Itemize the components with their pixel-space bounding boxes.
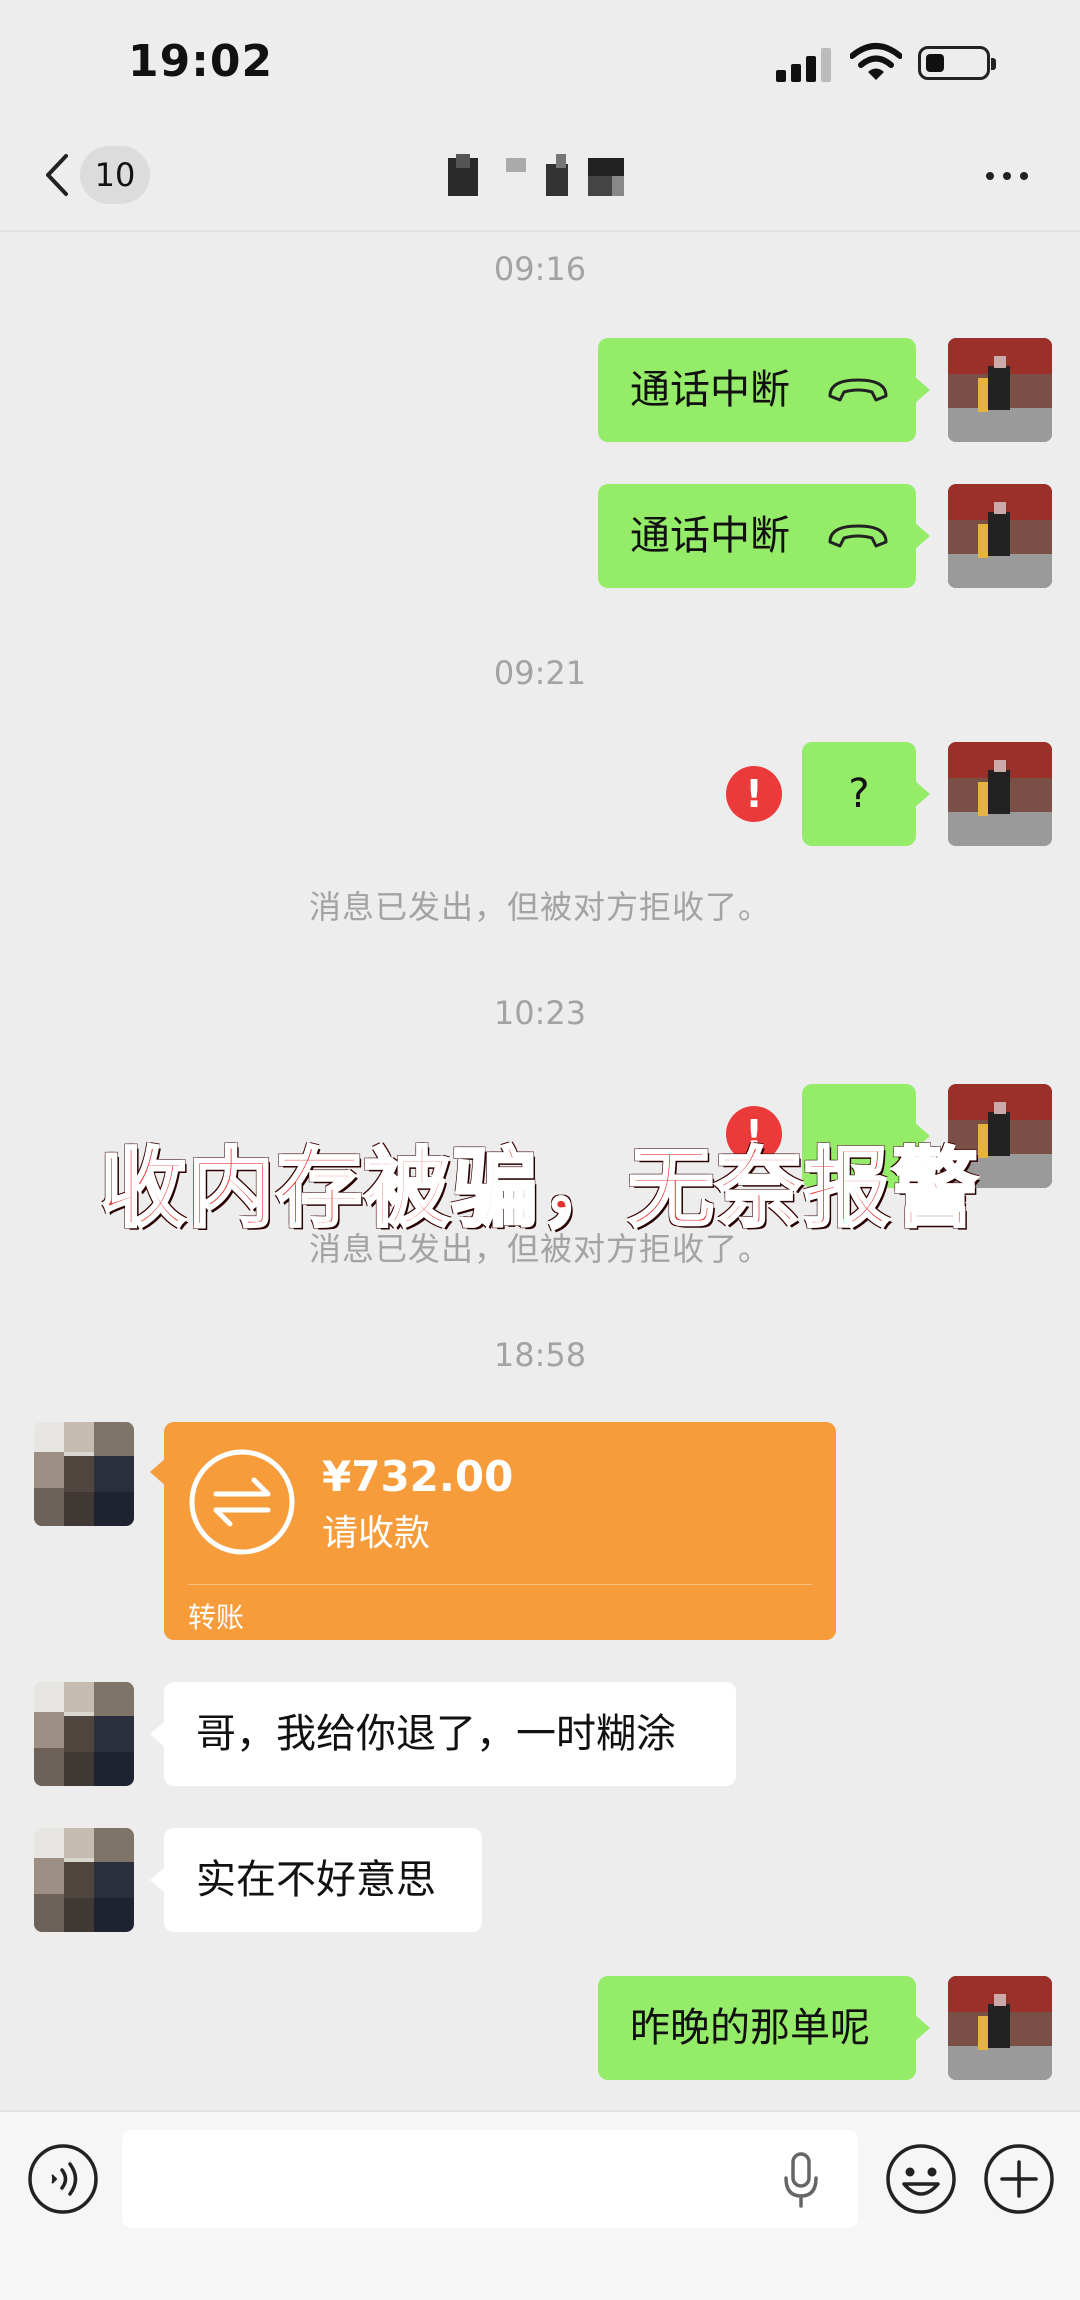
send-failed-icon[interactable]: ! [726,766,782,822]
transfer-amount: ¥732.00 [322,1452,514,1501]
chat-title-pixelated [448,154,624,196]
my-avatar[interactable] [948,484,1052,588]
call-text: 通话中断 [630,367,790,413]
phone-hangup-icon [828,524,888,548]
rejected-notice: 消息已发出，但被对方拒收了。 [308,888,771,926]
timestamp: 10:23 [493,994,587,1032]
phone-hangup-icon [828,378,888,402]
contact-avatar-pixelated[interactable] [34,1682,134,1786]
signal-icon [776,48,832,82]
call-text: 通话中断 [630,513,790,559]
contact-avatar-pixelated[interactable] [34,1422,134,1526]
call-interrupted-bubble[interactable]: 通话中断 [598,484,930,588]
transfer-label: 转账 [188,1601,245,1634]
my-message-bubble[interactable]: 昨晚的那单呢 [598,1976,930,2080]
voice-icon[interactable] [26,2142,100,2216]
more-dots-icon[interactable] [982,160,1032,190]
unread-count-badge[interactable]: 10 [80,146,150,204]
microphone-icon[interactable] [780,2152,822,2208]
contact-message-bubble[interactable]: 哥，我给你退了，一时糊涂 [150,1682,736,1786]
my-avatar[interactable] [948,742,1052,846]
nav-divider [0,230,1080,232]
timestamp: 18:58 [493,1336,587,1374]
plus-icon[interactable] [982,2142,1056,2216]
timestamp: 09:16 [493,250,587,288]
my-avatar[interactable] [948,1976,1052,2080]
contact-message-bubble[interactable]: 实在不好意思 [150,1828,482,1932]
transfer-arrows-icon [189,1449,295,1555]
emoji-icon[interactable] [884,2142,958,2216]
battery-icon [918,46,996,80]
message-input[interactable] [122,2130,858,2228]
message-bubble-question[interactable]: ? [802,742,930,846]
status-time: 19:02 [128,36,274,87]
transfer-status: 请收款 [322,1513,431,1554]
transfer-card[interactable]: ¥732.00 请收款 转账 [150,1422,836,1640]
wifi-icon [850,43,902,80]
overlay-caption: 收内存被骗，无奈报警 [99,1138,980,1241]
call-interrupted-bubble[interactable]: 通话中断 [598,338,930,442]
my-avatar[interactable] [948,338,1052,442]
contact-avatar-pixelated[interactable] [34,1828,134,1932]
chevron-left-icon[interactable] [38,150,78,200]
timestamp: 09:21 [493,654,587,692]
transfer-divider [188,1584,812,1585]
